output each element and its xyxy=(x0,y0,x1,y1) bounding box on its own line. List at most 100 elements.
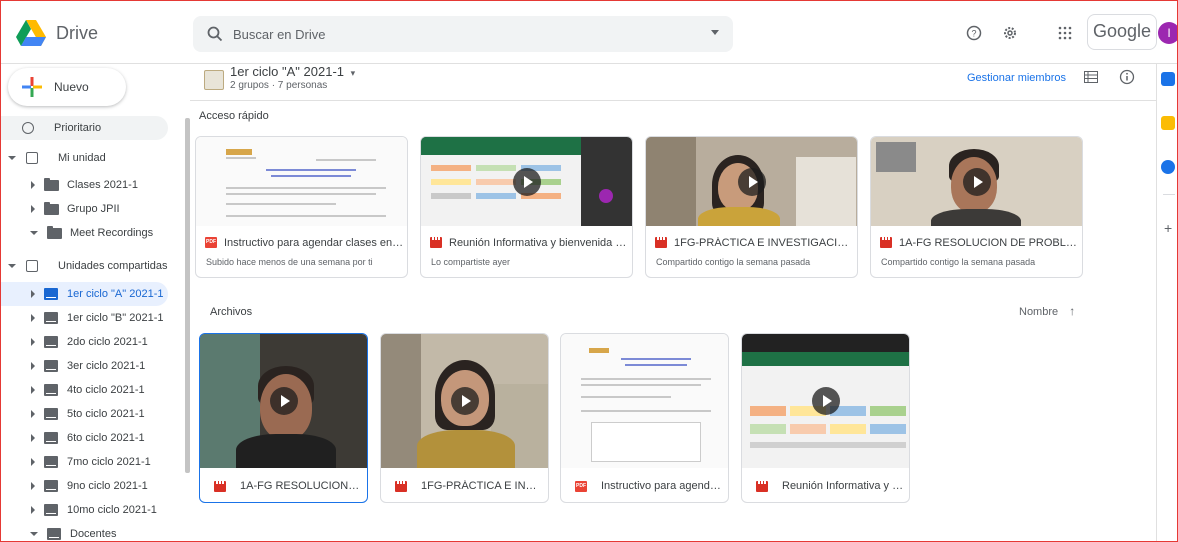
sidebar-item-shared-drive[interactable]: 4to ciclo 2021-1 xyxy=(0,378,145,402)
chevron-right-icon[interactable] xyxy=(31,181,35,189)
play-icon[interactable] xyxy=(450,387,479,415)
quick-access-card[interactable]: PDF Instructivo para agendar clases en G… xyxy=(195,136,408,278)
shared-drive-icon xyxy=(44,456,58,468)
apps-grid-icon[interactable] xyxy=(1056,24,1074,42)
play-icon[interactable] xyxy=(269,387,298,415)
play-icon[interactable] xyxy=(811,387,840,415)
video-thumbnail xyxy=(381,334,548,468)
arrow-up-icon[interactable]: ↑ xyxy=(1069,304,1075,318)
file-card[interactable]: PDF Instructivo para agendar ... xyxy=(560,333,729,503)
header-divider xyxy=(190,100,1156,101)
chevron-down-icon[interactable] xyxy=(8,156,16,160)
gear-icon[interactable] xyxy=(1001,24,1019,42)
file-title: Instructivo para agendar ... xyxy=(601,480,723,492)
file-card[interactable]: 1FG-PRÁCTICA E INVEST... xyxy=(380,333,549,503)
search-bar[interactable] xyxy=(193,16,733,52)
sidebar-item-folder[interactable]: Clases 2021-1 xyxy=(0,173,138,197)
file-card[interactable]: Reunión Informativa y bie... xyxy=(741,333,910,503)
play-icon[interactable] xyxy=(962,167,991,196)
sidebar-item-label: 1er ciclo "B" 2021-1 xyxy=(67,312,164,324)
team-drive-icon xyxy=(204,70,224,90)
video-file-icon xyxy=(214,481,226,492)
sidebar-item-shared-drive[interactable]: 10mo ciclo 2021-1 xyxy=(0,498,157,522)
chevron-right-icon[interactable] xyxy=(31,205,35,213)
google-account-brand[interactable]: Google xyxy=(1087,14,1157,50)
chevron-right-icon[interactable] xyxy=(31,458,35,466)
file-card[interactable]: 1A-FG RESOLUCION DE ... xyxy=(199,333,368,503)
search-icon[interactable] xyxy=(207,26,223,42)
video-thumbnail xyxy=(646,137,857,226)
team-title[interactable]: 1er ciclo "A" 2021-1 ▾ xyxy=(230,64,355,79)
sidebar-item-my-drive[interactable]: Mi unidad xyxy=(0,146,168,170)
shared-drive-icon xyxy=(44,384,58,396)
chevron-right-icon[interactable] xyxy=(31,314,35,322)
sidebar-item-shared-drive[interactable]: 7mo ciclo 2021-1 xyxy=(0,450,151,474)
sidebar-item-label: 3er ciclo 2021-1 xyxy=(67,360,146,372)
chevron-down-icon[interactable] xyxy=(30,532,38,536)
svg-text:?: ? xyxy=(971,29,976,39)
sidebar-item-shared-drive[interactable]: Docentes xyxy=(0,522,116,542)
sidebar-item-folder[interactable]: Grupo JPII xyxy=(0,197,120,221)
sort-label: Nombre xyxy=(1019,306,1059,318)
avatar[interactable]: I xyxy=(1158,22,1178,44)
keep-icon[interactable] xyxy=(1161,116,1175,130)
shared-drive-icon xyxy=(44,312,58,324)
add-addon-icon[interactable]: + xyxy=(1164,220,1172,236)
play-icon[interactable] xyxy=(737,167,766,196)
team-subtitle: 2 grupos · 7 personas xyxy=(230,80,328,91)
shared-drive-icon xyxy=(47,528,61,540)
chevron-down-icon[interactable] xyxy=(30,231,38,235)
drive-logo[interactable]: Drive xyxy=(16,20,98,46)
quick-access-card[interactable]: Reunión Informativa y bienvenida - I ...… xyxy=(420,136,633,278)
sidebar-item-shared-drive[interactable]: 2do ciclo 2021-1 xyxy=(0,330,148,354)
tasks-icon[interactable] xyxy=(1161,160,1175,174)
top-bar: Drive ? Google I xyxy=(0,0,1178,64)
info-icon[interactable] xyxy=(1119,69,1135,88)
sidebar-item-shared-drive[interactable]: 1er ciclo "A" 2021-1 xyxy=(0,282,168,306)
priority-icon xyxy=(22,122,34,134)
chevron-right-icon[interactable] xyxy=(31,482,35,490)
shared-drives-icon xyxy=(26,260,38,272)
quick-access-title: Acceso rápido xyxy=(199,110,269,122)
list-view-icon[interactable] xyxy=(1084,71,1098,86)
sidebar-scrollbar[interactable] xyxy=(185,118,190,473)
card-title: Instructivo para agendar clases en G... xyxy=(224,237,404,249)
quick-access-card[interactable]: 1FG-PRÁCTICA E INVESTIGACIÓN I (... Comp… xyxy=(645,136,858,278)
chevron-right-icon[interactable] xyxy=(31,434,35,442)
new-button[interactable]: Nuevo xyxy=(8,68,126,106)
sidebar-item-shared-drive[interactable]: 6to ciclo 2021-1 xyxy=(0,426,145,450)
chevron-down-icon[interactable] xyxy=(8,264,16,268)
sidebar-item-shared-drive[interactable]: 9no ciclo 2021-1 xyxy=(0,474,148,498)
sidebar-item-folder[interactable]: Meet Recordings xyxy=(0,221,153,245)
quick-access-card[interactable]: 1A-FG RESOLUCION DE PROBLEMA... Comparti… xyxy=(870,136,1083,278)
sidebar-item-label: 5to ciclo 2021-1 xyxy=(67,408,145,420)
sidebar-item-shared-drive[interactable]: 1er ciclo "B" 2021-1 xyxy=(0,306,163,330)
chevron-right-icon[interactable] xyxy=(31,410,35,418)
manage-members-link[interactable]: Gestionar miembros xyxy=(967,72,1066,84)
sidebar-item-shared-drive[interactable]: 5to ciclo 2021-1 xyxy=(0,402,145,426)
chevron-down-icon[interactable]: ▾ xyxy=(351,68,356,78)
search-input[interactable] xyxy=(233,26,693,42)
drive-logo-icon xyxy=(16,20,46,46)
sidebar-item-shared-drives[interactable]: Unidades compartidas xyxy=(0,254,168,278)
chevron-right-icon[interactable] xyxy=(31,506,35,514)
chevron-right-icon[interactable] xyxy=(31,290,35,298)
shared-drive-icon xyxy=(44,480,58,492)
pdf-icon: PDF xyxy=(205,237,217,248)
calendar-icon[interactable] xyxy=(1161,72,1175,86)
card-title: Reunión Informativa y bienvenida - I ... xyxy=(449,237,629,249)
sidebar-item-shared-drive[interactable]: 3er ciclo 2021-1 xyxy=(0,354,145,378)
file-title: Reunión Informativa y bie... xyxy=(782,480,904,492)
video-thumbnail xyxy=(742,334,909,468)
chevron-right-icon[interactable] xyxy=(31,338,35,346)
play-icon[interactable] xyxy=(512,167,541,196)
chevron-right-icon[interactable] xyxy=(31,362,35,370)
folder-icon xyxy=(47,225,62,239)
search-options-icon[interactable] xyxy=(711,30,719,35)
sort-control[interactable]: Nombre ↑ xyxy=(1019,304,1075,318)
sidebar-item-priority[interactable]: Prioritario xyxy=(0,116,168,140)
help-icon[interactable]: ? xyxy=(965,24,983,42)
chevron-right-icon[interactable] xyxy=(31,386,35,394)
sidebar-item-label: 6to ciclo 2021-1 xyxy=(67,432,145,444)
sidebar-item-label: 1er ciclo "A" 2021-1 xyxy=(67,288,164,300)
